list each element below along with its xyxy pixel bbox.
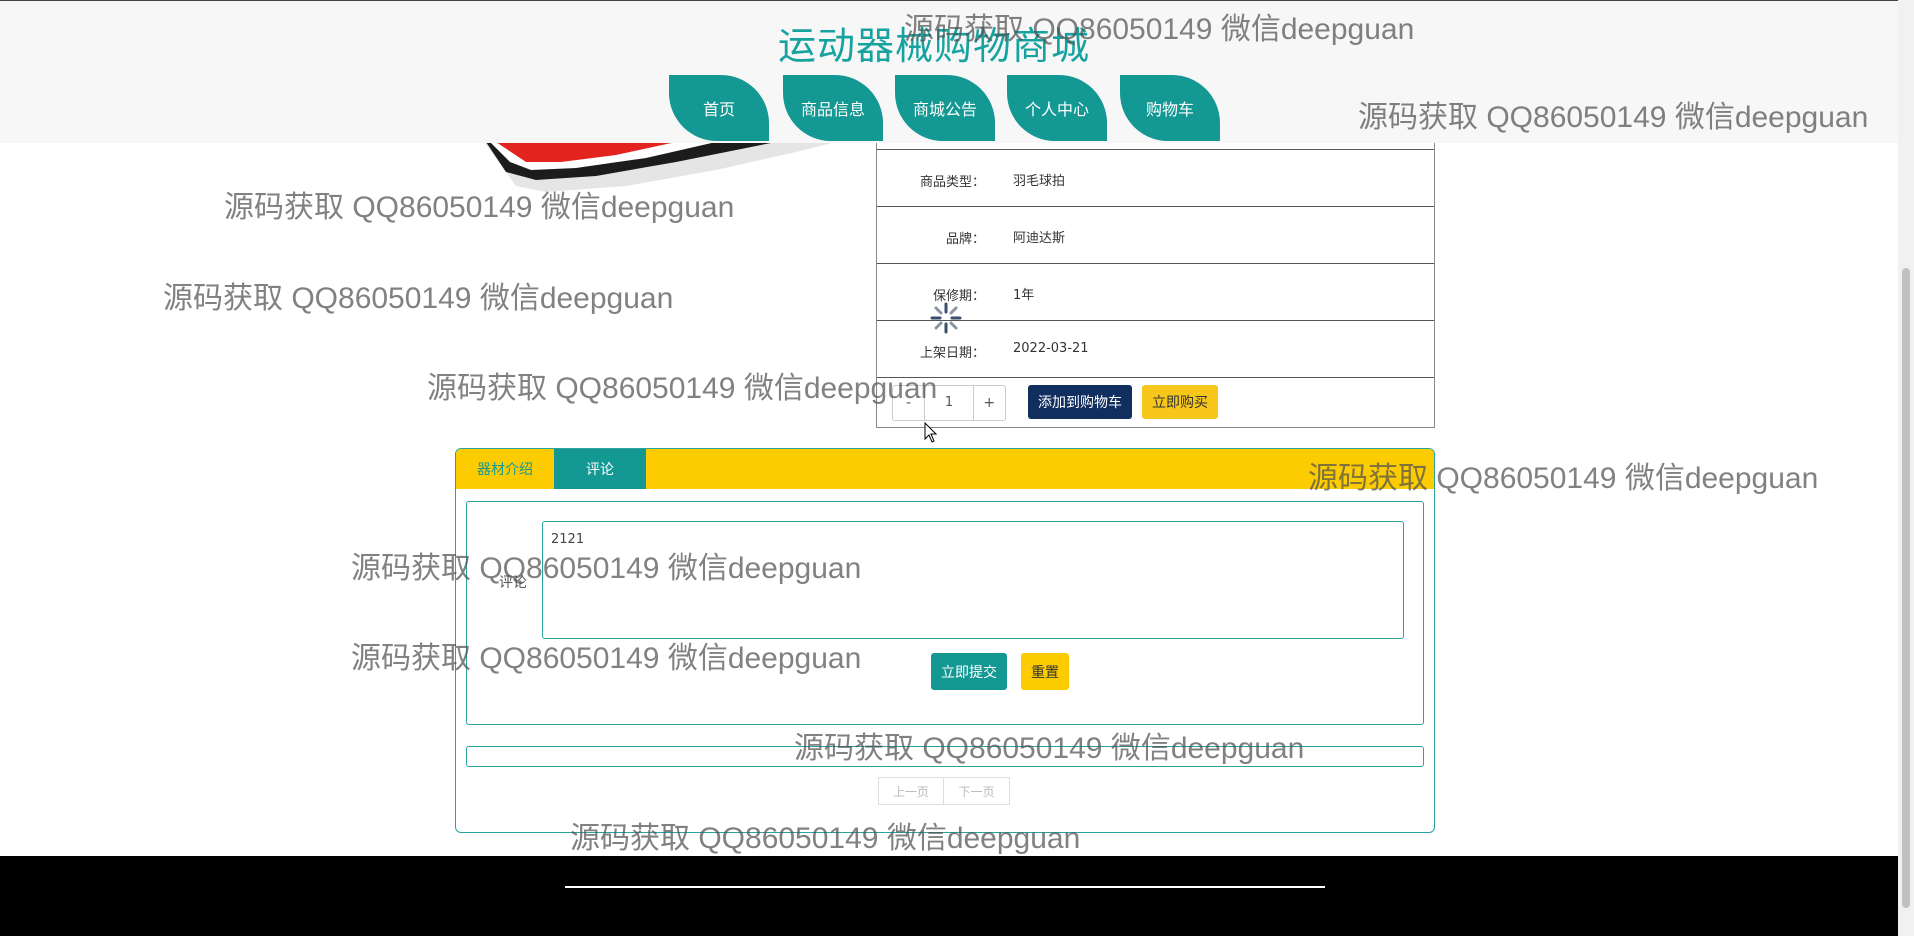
info-row-type: 商品类型： 羽毛球拍 <box>877 149 1434 206</box>
product-image <box>476 142 846 197</box>
watermark: 源码获取 QQ86050149 微信deepguan <box>163 282 674 315</box>
info-value: 阿迪达斯 <box>1013 231 1066 246</box>
detail-tabs-panel: 器材介绍 评论 评论 2121 立即提交 重置 上一页 下一页 <box>455 448 1435 833</box>
buy-now-button[interactable]: 立即购买 <box>1142 385 1218 419</box>
pagination: 上一页 下一页 <box>878 777 1010 805</box>
info-label: 品牌： <box>945 232 985 247</box>
nav-home[interactable]: 首页 <box>669 75 769 141</box>
info-label: 商品类型： <box>919 175 985 190</box>
tab-equipment-intro[interactable]: 器材介绍 <box>456 449 554 489</box>
comment-label: 评论 <box>499 575 527 591</box>
tab-comments[interactable]: 评论 <box>554 449 646 489</box>
prev-page-button[interactable]: 上一页 <box>878 777 944 805</box>
comment-textarea[interactable]: 2121 <box>542 521 1404 639</box>
quantity-decrement-button[interactable]: - <box>893 386 926 420</box>
info-value: 羽毛球拍 <box>1013 174 1066 189</box>
mouse-cursor-icon <box>924 421 938 448</box>
comment-list <box>466 746 1424 767</box>
tab-bar: 器材介绍 评论 <box>456 449 1434 489</box>
scrollbar-thumb[interactable] <box>1902 268 1910 908</box>
page-scrollbar[interactable] <box>1898 0 1914 936</box>
add-to-cart-button[interactable]: 添加到购物车 <box>1028 385 1132 419</box>
quantity-input[interactable]: 1 <box>925 386 972 420</box>
reset-button[interactable]: 重置 <box>1021 653 1069 690</box>
comment-form: 评论 2121 立即提交 重置 <box>466 501 1424 725</box>
nav-cart[interactable]: 购物车 <box>1120 75 1220 141</box>
quantity-stepper: - 1 + <box>892 385 1006 421</box>
watermark: 源码获取 QQ86050149 微信deepguan <box>427 372 938 405</box>
info-value: 2022-03-21 <box>1013 341 1089 356</box>
submit-comment-button[interactable]: 立即提交 <box>931 653 1007 690</box>
site-footer <box>0 856 1898 936</box>
site-header: 运动器械购物商城 首页 商品信息 商城公告 个人中心 购物车 <box>0 0 1898 143</box>
nav-products[interactable]: 商品信息 <box>783 75 883 141</box>
nav-announcements[interactable]: 商城公告 <box>895 75 995 141</box>
nav-profile[interactable]: 个人中心 <box>1007 75 1107 141</box>
info-value: 1年 <box>1013 288 1035 303</box>
loading-spinner-icon <box>928 300 964 336</box>
info-row-brand: 品牌： 阿迪达斯 <box>877 206 1434 263</box>
info-label: 上架日期： <box>919 346 985 361</box>
quantity-increment-button[interactable]: + <box>972 386 1005 420</box>
footer-divider <box>565 886 1325 888</box>
site-title: 运动器械购物商城 <box>777 24 1090 68</box>
next-page-button[interactable]: 下一页 <box>944 777 1010 805</box>
